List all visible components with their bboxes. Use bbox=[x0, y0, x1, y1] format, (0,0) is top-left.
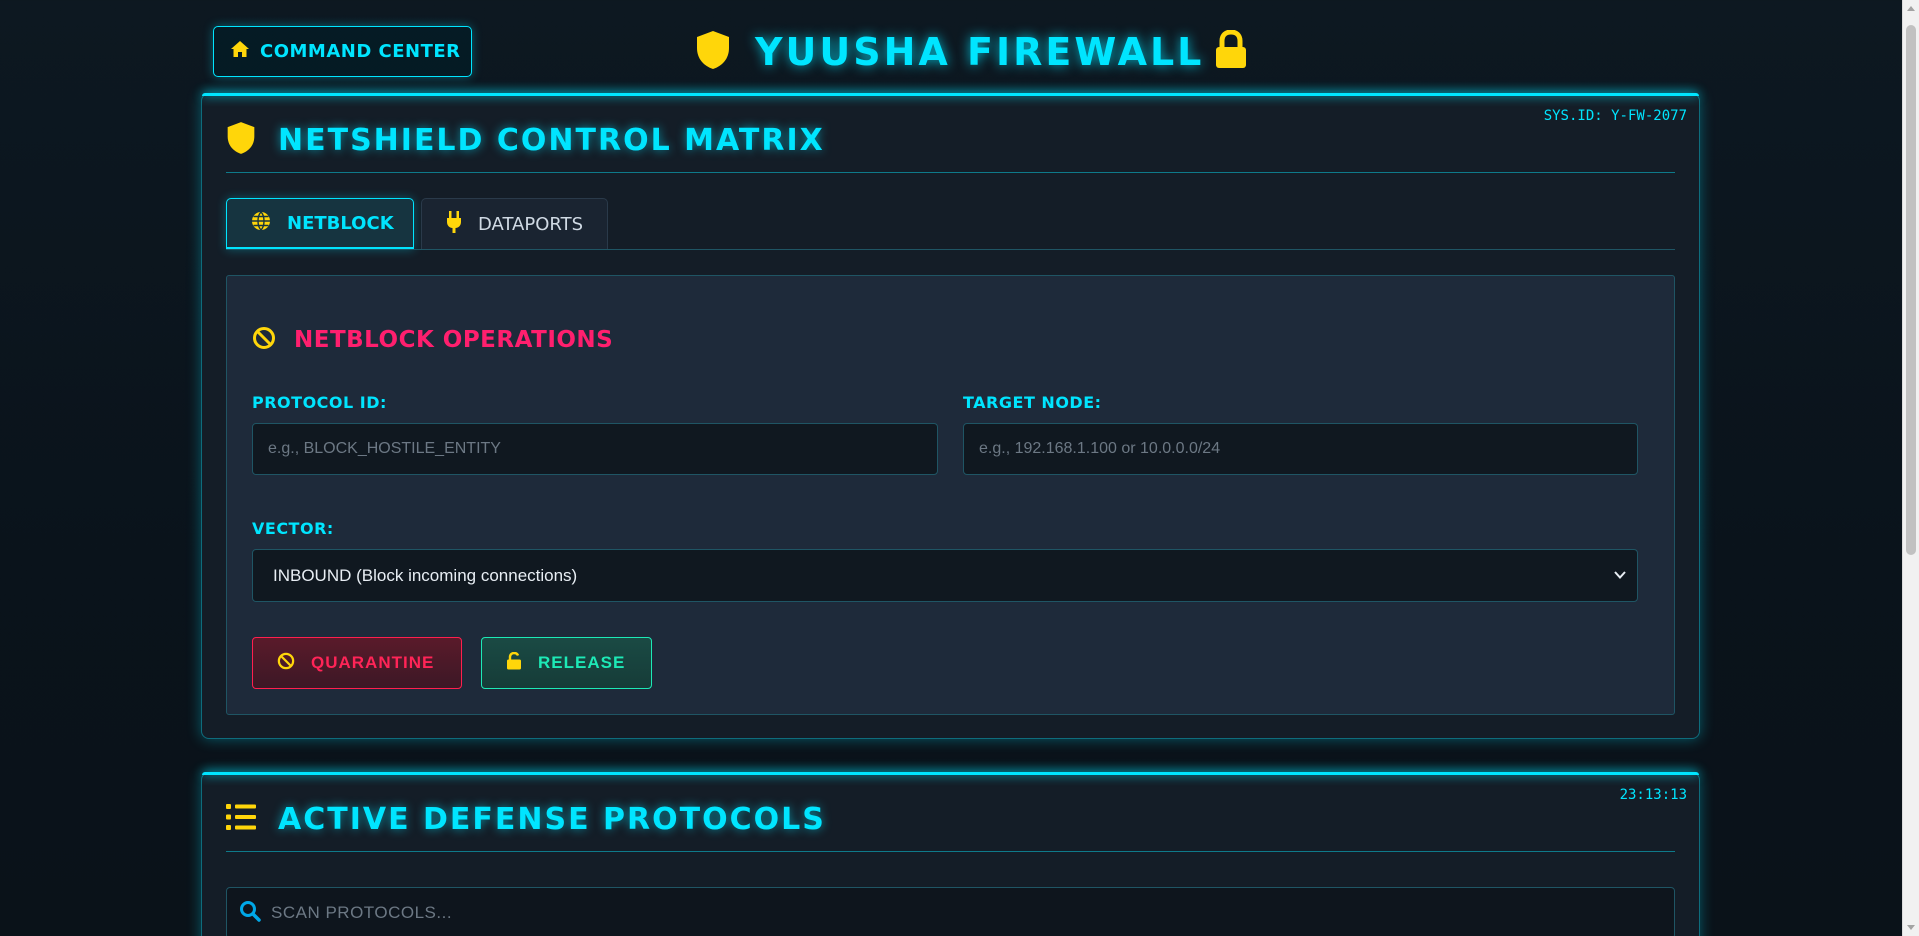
divider bbox=[226, 851, 1675, 852]
vector-selected-value: INBOUND (Block incoming connections) bbox=[273, 565, 578, 585]
unlock-icon bbox=[506, 651, 522, 675]
app-title-text: YUUSHA FIREWALL bbox=[755, 30, 1205, 74]
tab-netblock[interactable]: NETBLOCK bbox=[226, 198, 414, 250]
search-placeholder: SCAN PROTOCOLS... bbox=[271, 903, 453, 922]
shield-icon bbox=[695, 30, 731, 74]
target-node-input[interactable] bbox=[963, 423, 1638, 475]
target-node-label: TARGET NODE: bbox=[963, 393, 1102, 412]
protocol-search-input[interactable]: SCAN PROTOCOLS... bbox=[226, 887, 1675, 936]
ban-icon bbox=[252, 326, 276, 354]
tab-bar: NETBLOCK DATAPORTS bbox=[226, 198, 615, 250]
panel-title-text: ACTIVE DEFENSE PROTOCOLS bbox=[278, 801, 826, 837]
command-center-button[interactable]: COMMAND CENTER bbox=[213, 26, 472, 77]
quarantine-button[interactable]: QUARANTINE bbox=[252, 637, 462, 689]
vertical-scrollbar[interactable] bbox=[1902, 0, 1919, 936]
tab-dataports[interactable]: DATAPORTS bbox=[421, 198, 609, 250]
protocol-id-label: PROTOCOL ID: bbox=[252, 393, 387, 412]
command-center-label: COMMAND CENTER bbox=[260, 41, 461, 62]
globe-icon bbox=[251, 211, 271, 236]
protocol-id-input[interactable] bbox=[252, 423, 938, 475]
tab-dataports-label: DATAPORTS bbox=[478, 214, 584, 235]
active-defense-panel: 23:13:13 ACTIVE DEFENSE PROTOCOLS SCAN P… bbox=[201, 772, 1700, 936]
panel-title: NETSHIELD CONTROL MATRIX bbox=[226, 118, 825, 162]
search-icon bbox=[239, 900, 261, 926]
release-button[interactable]: RELEASE bbox=[481, 637, 652, 689]
scroll-down-icon[interactable] bbox=[1907, 925, 1915, 930]
sys-id: SYS.ID: Y-FW-2077 bbox=[1543, 108, 1687, 124]
ban-icon bbox=[277, 652, 295, 675]
panel-title: ACTIVE DEFENSE PROTOCOLS bbox=[226, 797, 826, 841]
quarantine-label: QUARANTINE bbox=[311, 653, 435, 672]
chevron-down-icon bbox=[1613, 567, 1627, 587]
clock: 23:13:13 bbox=[1619, 787, 1687, 803]
tab-netblock-label: NETBLOCK bbox=[287, 212, 394, 234]
list-icon bbox=[226, 803, 256, 835]
divider bbox=[226, 172, 1675, 173]
plug-icon bbox=[446, 211, 462, 238]
lock-icon bbox=[1214, 29, 1248, 74]
section-title: NETBLOCK OPERATIONS bbox=[252, 326, 613, 354]
section-title-text: NETBLOCK OPERATIONS bbox=[294, 327, 614, 353]
netshield-panel: SYS.ID: Y-FW-2077 NETSHIELD CONTROL MATR… bbox=[201, 93, 1700, 739]
app-title: YUUSHA FIREWALL bbox=[695, 24, 1248, 80]
netblock-content: NETBLOCK OPERATIONS PROTOCOL ID: TARGET … bbox=[226, 275, 1675, 715]
shield-icon bbox=[226, 121, 256, 159]
panel-title-text: NETSHIELD CONTROL MATRIX bbox=[278, 122, 825, 158]
vector-select[interactable]: INBOUND (Block incoming connections) bbox=[252, 549, 1638, 602]
scroll-up-icon[interactable] bbox=[1907, 6, 1915, 11]
tab-divider bbox=[226, 249, 1675, 250]
vector-label: VECTOR: bbox=[252, 519, 334, 538]
scrollbar-thumb[interactable] bbox=[1906, 25, 1916, 555]
release-label: RELEASE bbox=[538, 653, 626, 672]
home-icon bbox=[230, 40, 250, 63]
